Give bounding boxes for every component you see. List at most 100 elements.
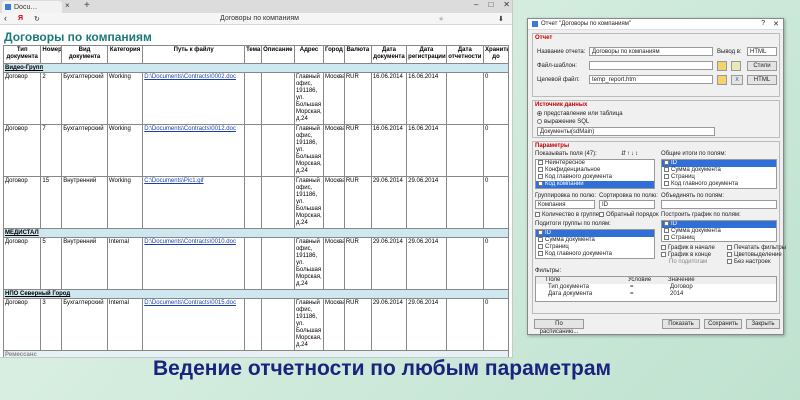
file-path-link[interactable]: D:\Documents\Contracts\0010.doc — [144, 239, 236, 245]
close-tab-icon[interactable]: × — [65, 1, 70, 10]
download-icon[interactable]: ⬇ — [498, 15, 504, 23]
count-in-group-checkbox[interactable]: Количество в группе — [535, 212, 599, 218]
report-name-input[interactable]: Договоры по компаниям — [589, 47, 713, 56]
color-output-label: Цветовыделение — [734, 252, 782, 259]
minimize-button[interactable]: – — [474, 0, 478, 9]
filter-row[interactable]: Тип документа = Договор — [538, 284, 776, 291]
output-select[interactable]: HTML — [747, 47, 777, 56]
chart-end-checkbox[interactable]: График в конце — [661, 252, 711, 258]
checkbox-icon — [538, 244, 543, 249]
table-cell: Москва — [323, 237, 345, 290]
filter-row[interactable]: Дата документа = 2014 — [538, 291, 776, 298]
file-path-link[interactable]: D:\Documents\Contracts\0012.doc — [144, 126, 236, 132]
no-settings-checkbox[interactable]: Без настроек — [727, 259, 771, 265]
table-cell: D:\Documents\Contracts\0002.doc — [142, 72, 246, 125]
params-section: Параметры Показывать поля (47): ⇵↑↓↕ Неи… — [532, 141, 786, 314]
filters-grid[interactable]: Поле Условие Значение Тип документа = Дого… — [535, 276, 777, 302]
chart-fields-list[interactable]: ID Сумма документа Страниц — [661, 220, 777, 242]
table-cell — [445, 237, 485, 290]
file-path-link[interactable]: D:\Documents\Contracts\0015.doc — [144, 300, 236, 306]
reverse-sort-label: Обратный порядок — [606, 212, 659, 219]
list-item[interactable]: Страниц — [662, 235, 776, 241]
list-item[interactable]: Страниц — [536, 244, 654, 251]
print-filters-checkbox[interactable]: Печатать фильтры — [727, 245, 786, 251]
table-cell: 16.06.2014 — [370, 72, 408, 125]
list-item[interactable]: ID — [536, 230, 654, 237]
table-cell: 16.06.2014 — [406, 124, 447, 177]
table-cell: Бухгалтерский — [61, 298, 108, 351]
radio-table[interactable]: представление или таблица — [537, 111, 623, 117]
group-select[interactable]: Компания — [535, 200, 595, 209]
excel-icon[interactable]: X — [731, 75, 743, 85]
params-section-heading: Параметры — [535, 143, 570, 149]
show-fields-list[interactable]: Неинтересное Конфиденциальное Код главного… — [535, 159, 655, 189]
list-item[interactable]: Код компании — [536, 181, 654, 188]
output-label: Вывод в: — [717, 49, 742, 55]
list-item[interactable]: Код главного документа — [536, 251, 654, 258]
list-item[interactable]: ID — [662, 160, 776, 167]
table-cell: Working — [106, 176, 144, 229]
column-header: Валюта — [343, 45, 372, 64]
list-item[interactable]: Неинтересное — [536, 160, 654, 167]
dialog-close-button[interactable]: ✕ — [773, 20, 779, 28]
close-window-button[interactable]: ✕ — [503, 0, 510, 9]
save-button[interactable]: Сохранить — [704, 319, 742, 329]
column-header: Категория — [106, 45, 144, 64]
color-output-checkbox[interactable]: Цветовыделение — [727, 252, 782, 258]
table-cell — [445, 298, 485, 351]
table-cell: Москва — [323, 72, 345, 125]
list-item[interactable]: Сумма документа — [536, 237, 654, 244]
help-button[interactable]: ? — [761, 20, 765, 28]
file-path-link[interactable]: D:\Documents\Contracts\0002.doc — [144, 74, 236, 80]
subtotals-list[interactable]: ID Сумма документа Страниц Код главного док… — [535, 229, 655, 259]
show-button[interactable]: Показать — [662, 319, 700, 329]
folder-icon[interactable] — [717, 75, 727, 85]
source-select[interactable]: Документы(sdMain) — [537, 127, 715, 136]
reload-icon[interactable]: ↻ — [34, 15, 40, 23]
chart-start-checkbox[interactable]: График в начале — [661, 245, 715, 251]
list-item[interactable]: Код главного документа — [662, 181, 776, 188]
reverse-sort-checkbox[interactable]: Обратный порядок — [599, 212, 659, 218]
totals-list[interactable]: ID Сумма документа Страниц Код главного док… — [661, 159, 777, 189]
checkbox-icon — [661, 245, 666, 250]
html-button[interactable]: HTML — [747, 75, 777, 85]
maximize-button[interactable]: □ — [488, 0, 493, 9]
field-order-icons[interactable]: ⇵↑↓↕ — [621, 150, 639, 157]
print-filters-label: Печатать фильтры — [734, 245, 787, 252]
column-header: Номер — [40, 45, 63, 64]
schedule-button[interactable]: По расписанию... — [534, 319, 584, 335]
list-item[interactable]: Страниц — [662, 174, 776, 181]
browser-tab[interactable]: Docu… — [2, 1, 62, 13]
radio-sql[interactable]: выражение SQL — [537, 119, 589, 125]
yandex-logo[interactable]: Я — [18, 15, 23, 22]
list-item[interactable]: Код главного документа — [536, 174, 654, 181]
filter-condition: = — [630, 284, 634, 290]
sort-select[interactable]: ID — [599, 200, 655, 209]
radio-sql-label: выражение SQL — [544, 119, 590, 126]
address-bar[interactable]: ‹ Я ↻ Договоры по компаниям ★ ⬇ — [0, 13, 512, 25]
edit-icon[interactable] — [731, 61, 741, 71]
table-cell — [260, 124, 295, 177]
list-item[interactable]: Конфиденциальное — [536, 167, 654, 174]
folder-icon[interactable] — [717, 61, 727, 71]
new-tab-button[interactable]: + — [84, 0, 90, 11]
column-header: Тема — [244, 45, 262, 64]
list-item[interactable]: ID — [662, 221, 776, 228]
merge-select[interactable] — [661, 200, 777, 209]
table-cell: Москва — [323, 176, 345, 229]
list-item[interactable]: Сумма документа — [662, 167, 776, 174]
close-button[interactable]: Закрыть — [746, 319, 780, 329]
radio-icon — [537, 119, 542, 124]
table-cell — [244, 124, 262, 177]
bookmark-star-icon[interactable]: ★ — [438, 15, 444, 23]
list-item-label: Сумма документа — [545, 237, 595, 244]
target-file-input[interactable]: temp_report.htm — [589, 75, 713, 84]
chart-label: Построить график по полям: — [661, 212, 741, 218]
template-input[interactable] — [589, 61, 713, 70]
styles-button[interactable]: Стили — [747, 61, 777, 71]
group-row: Видео-Групп — [3, 63, 509, 73]
file-path-link[interactable]: C:\Documents\Pic1.gif — [144, 178, 203, 184]
back-button[interactable]: ‹ — [4, 13, 7, 23]
table-cell: Москва — [323, 124, 345, 177]
list-item[interactable]: Сумма документа — [662, 228, 776, 235]
